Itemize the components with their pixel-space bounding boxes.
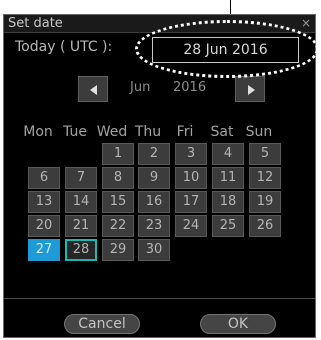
day-cell[interactable]: 18 [212, 191, 244, 213]
day-cell[interactable]: 14 [65, 191, 97, 213]
day-cell[interactable]: 16 [138, 191, 170, 213]
divider [4, 298, 315, 299]
day-cell[interactable]: 22 [102, 215, 134, 237]
day-cell[interactable]: 21 [65, 215, 97, 237]
day-cell[interactable]: 12 [249, 167, 281, 189]
title-bar: Set date × [4, 15, 315, 33]
next-month-button[interactable] [235, 76, 265, 102]
weekday-header: Tue [63, 124, 87, 140]
day-cell[interactable]: 3 [175, 143, 207, 165]
today-date-field: 28 Jun 2016 [152, 37, 299, 63]
day-cell[interactable]: 4 [212, 143, 244, 165]
weekday-header: Sat [210, 124, 234, 140]
left-triangle-icon [90, 85, 97, 95]
day-cell[interactable]: 20 [28, 215, 60, 237]
dialog-title: Set date [8, 16, 63, 31]
ok-button[interactable]: OK [200, 314, 276, 334]
day-cell[interactable]: 6 [28, 167, 60, 189]
day-cell[interactable]: 24 [175, 215, 207, 237]
day-cell[interactable]: 9 [138, 167, 170, 189]
day-cell[interactable]: 1 [102, 143, 134, 165]
today-label: Today ( UTC ): [15, 39, 113, 55]
close-icon[interactable]: × [301, 15, 311, 32]
day-cell[interactable]: 2 [138, 143, 170, 165]
weekday-header: Wed [96, 124, 128, 140]
day-cell[interactable]: 30 [138, 239, 170, 261]
cancel-button[interactable]: Cancel [64, 314, 140, 334]
day-cell[interactable]: 27 [28, 239, 60, 261]
day-cell[interactable]: 5 [249, 143, 281, 165]
right-triangle-icon [248, 85, 255, 95]
day-cell[interactable]: 28 [65, 239, 97, 261]
weekday-header: Sun [245, 124, 273, 140]
day-cell[interactable]: 10 [175, 167, 207, 189]
weekday-header: Thu [134, 124, 162, 140]
day-cell[interactable]: 25 [212, 215, 244, 237]
day-cell[interactable]: 19 [249, 191, 281, 213]
previous-month-button[interactable] [78, 76, 108, 102]
day-cell[interactable]: 26 [249, 215, 281, 237]
day-cell[interactable]: 8 [102, 167, 134, 189]
day-cell[interactable]: 11 [212, 167, 244, 189]
day-cell[interactable]: 15 [102, 191, 134, 213]
weekday-header: Fri [176, 124, 194, 140]
weekday-header: Mon [23, 124, 53, 140]
month-label: Jun [130, 80, 151, 95]
set-date-dialog: Set date × Today ( UTC ): 28 Jun 2016 Ju… [3, 14, 319, 338]
day-cell[interactable]: 7 [65, 167, 97, 189]
day-cell[interactable]: 29 [102, 239, 134, 261]
year-label: 2016 [173, 80, 207, 95]
day-cell[interactable]: 17 [175, 191, 207, 213]
day-cell[interactable]: 13 [28, 191, 60, 213]
day-cell[interactable]: 23 [138, 215, 170, 237]
